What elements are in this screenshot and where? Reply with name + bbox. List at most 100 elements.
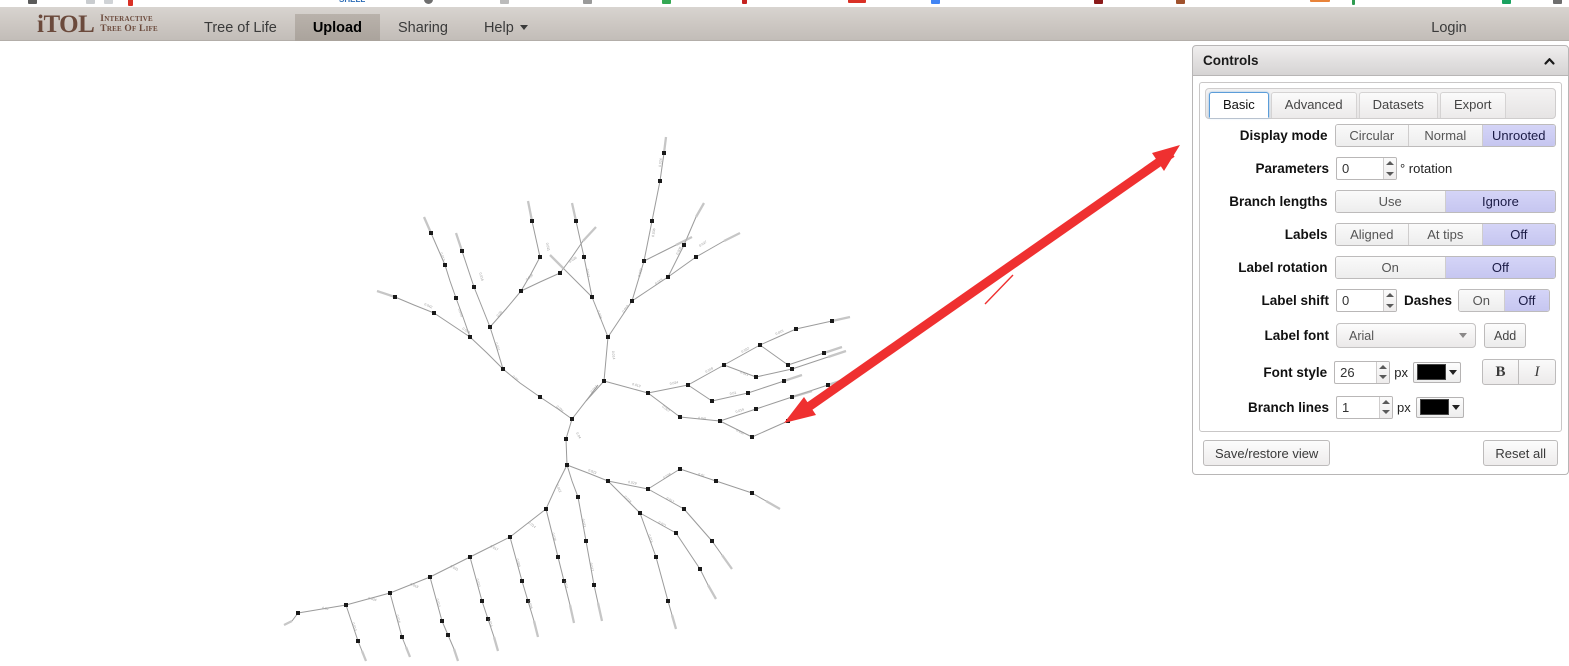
- svg-text:0.025: 0.025: [527, 600, 533, 609]
- svg-text:0.012: 0.012: [555, 484, 562, 493]
- display-mode-segmented-control: Circular Normal Unrooted: [1334, 124, 1556, 147]
- favicon[interactable]: [104, 0, 113, 4]
- nav-item-upload[interactable]: Upload: [294, 14, 380, 41]
- svg-text:0.034: 0.034: [368, 596, 377, 602]
- itol-logo[interactable]: iTOL Interactive Tree Of Life: [37, 9, 158, 39]
- controls-footer: Save/restore view Reset all: [1199, 432, 1562, 466]
- label-rotation-option-on[interactable]: On: [1335, 257, 1446, 278]
- row-labels: Labels Aligned At tips Off: [1205, 218, 1556, 251]
- branch-color-chip: [1419, 399, 1449, 415]
- chevron-up-icon[interactable]: [1543, 55, 1556, 68]
- favicon[interactable]: [1502, 0, 1511, 4]
- display-mode-option-unrooted[interactable]: Unrooted: [1482, 125, 1555, 146]
- label-shift-spinner[interactable]: [1336, 289, 1397, 312]
- controls-panel-header[interactable]: Controls: [1192, 45, 1569, 76]
- spinner-up-icon[interactable]: [1377, 362, 1389, 373]
- tab-label: Export: [1453, 97, 1492, 112]
- font-size-spinner[interactable]: [1334, 360, 1391, 384]
- favicon[interactable]: [128, 0, 133, 6]
- favicon[interactable]: [1176, 0, 1185, 4]
- rotation-input[interactable]: [1337, 158, 1383, 179]
- labels-option-aligned[interactable]: Aligned: [1335, 224, 1410, 245]
- spinner-down-icon[interactable]: [1377, 372, 1389, 383]
- spinner-up-icon[interactable]: [1384, 158, 1396, 169]
- font-size-spinner-arrows[interactable]: [1376, 361, 1390, 383]
- spinner-up-icon[interactable]: [1384, 290, 1396, 301]
- svg-text:0.028: 0.028: [596, 310, 603, 319]
- branch-color-picker[interactable]: [1415, 396, 1464, 418]
- labels-option-off[interactable]: Off: [1482, 224, 1555, 245]
- tab-datasets[interactable]: Datasets: [1358, 92, 1438, 118]
- tree-canvas[interactable]: 0.04 0.012 0.031 0.07 0.021 0.05 0.018 0…: [0, 41, 1190, 666]
- dashes-option-on[interactable]: On: [1459, 290, 1505, 311]
- label-font-select[interactable]: Arial: [1336, 323, 1476, 348]
- favicon[interactable]: [742, 0, 747, 4]
- add-font-button[interactable]: Add: [1484, 323, 1527, 348]
- branch-lengths-option-use[interactable]: Use: [1335, 191, 1446, 212]
- label-rotation-option-off[interactable]: Off: [1445, 257, 1555, 278]
- tab-label: Basic: [1223, 97, 1255, 112]
- reset-all-button[interactable]: Reset all: [1483, 440, 1558, 466]
- svg-text:0.027: 0.027: [698, 240, 707, 248]
- display-mode-option-circular[interactable]: Circular: [1335, 125, 1410, 146]
- branch-width-spinner[interactable]: [1336, 395, 1393, 419]
- labels-option-at-tips[interactable]: At tips: [1409, 224, 1483, 245]
- spinner-down-icon[interactable]: [1384, 169, 1396, 180]
- favicon[interactable]: [662, 0, 671, 4]
- favicon[interactable]: [1094, 0, 1103, 4]
- favicon[interactable]: [86, 0, 95, 4]
- login-link[interactable]: Login: [1329, 14, 1569, 41]
- rotation-spinner[interactable]: [1336, 157, 1397, 180]
- option-label: Normal: [1424, 128, 1467, 143]
- font-color-chip: [1417, 364, 1446, 380]
- nav-item-sharing[interactable]: Sharing: [380, 14, 466, 41]
- dashes-label: Dashes: [1404, 293, 1453, 308]
- save-restore-view-label: Save/restore view: [1215, 445, 1319, 461]
- favicon[interactable]: [931, 0, 940, 4]
- favicon[interactable]: [28, 0, 37, 4]
- font-color-picker[interactable]: [1413, 361, 1461, 383]
- branch-lengths-segmented-control: Use Ignore: [1334, 190, 1556, 213]
- label-shift-input[interactable]: [1337, 290, 1383, 311]
- font-size-input[interactable]: [1335, 361, 1377, 383]
- favicon[interactable]: [1352, 0, 1355, 5]
- branch-width-spinner-arrows[interactable]: [1378, 396, 1392, 418]
- favicon[interactable]: [500, 0, 509, 4]
- tab-advanced[interactable]: Advanced: [1270, 92, 1357, 118]
- spinner-down-icon[interactable]: [1384, 301, 1396, 312]
- favicon[interactable]: [1310, 0, 1330, 2]
- svg-text:0.031: 0.031: [555, 405, 564, 414]
- option-label: Use: [1378, 194, 1402, 209]
- nav-item-tree-of-life[interactable]: Tree of Life: [186, 14, 295, 41]
- dashes-option-off[interactable]: Off: [1504, 290, 1550, 311]
- controls-panel: Controls Basic Advanced Datasets Export …: [1192, 45, 1569, 475]
- branch-lengths-label: Branch lengths: [1229, 194, 1328, 209]
- favicon[interactable]: [424, 0, 433, 4]
- save-restore-view-button[interactable]: Save/restore view: [1203, 440, 1331, 466]
- favicon[interactable]: [1553, 0, 1562, 4]
- bold-button[interactable]: B: [1482, 359, 1519, 385]
- italic-button[interactable]: I: [1519, 359, 1556, 385]
- svg-text:0.023: 0.023: [588, 468, 597, 475]
- nav-item-help[interactable]: Help: [466, 14, 546, 41]
- branch-width-input[interactable]: [1337, 396, 1379, 418]
- row-display-mode: Display mode Circular Normal Unrooted: [1205, 119, 1556, 152]
- spinner-down-icon[interactable]: [1380, 407, 1392, 418]
- favicon[interactable]: [848, 0, 866, 3]
- row-label-rotation: Label rotation On Off: [1205, 251, 1556, 284]
- label-shift-spinner-arrows[interactable]: [1382, 290, 1396, 312]
- spinner-up-icon[interactable]: [1380, 397, 1392, 408]
- display-mode-option-normal[interactable]: Normal: [1409, 125, 1483, 146]
- tab-export[interactable]: Export: [1439, 92, 1506, 118]
- svg-text:0.016: 0.016: [395, 614, 401, 623]
- rotation-spinner-arrows[interactable]: [1382, 158, 1396, 180]
- tree-branches: [291, 152, 833, 652]
- tab-basic[interactable]: Basic: [1209, 92, 1269, 118]
- labels-label: Labels: [1284, 227, 1328, 242]
- svg-text:0.011: 0.011: [545, 242, 551, 251]
- favicon-label[interactable]: SHELL: [339, 0, 365, 4]
- favicon[interactable]: [583, 0, 592, 4]
- svg-text:0.015: 0.015: [647, 534, 654, 543]
- unrooted-tree-svg: 0.04 0.012 0.031 0.07 0.021 0.05 0.018 0…: [283, 136, 851, 662]
- branch-lengths-option-ignore[interactable]: Ignore: [1445, 191, 1555, 212]
